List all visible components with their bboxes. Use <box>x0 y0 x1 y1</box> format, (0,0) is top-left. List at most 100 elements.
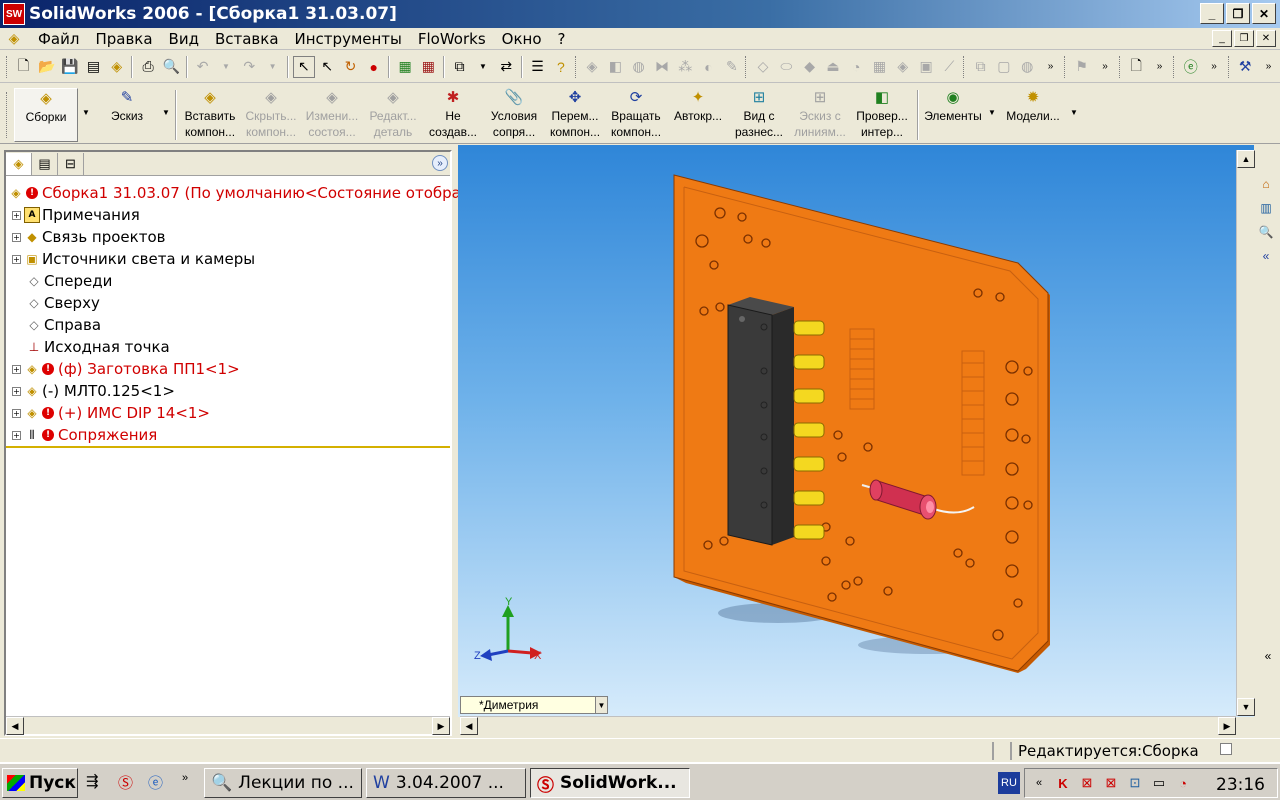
network-disabled-icon[interactable]: ⊠ <box>1077 773 1097 793</box>
graphics-viewport[interactable]: Y X Z <box>458 145 1254 717</box>
sheet-icon[interactable]: 🗋 <box>1126 56 1147 78</box>
tab-configuration-manager[interactable]: ⊟ <box>58 152 84 175</box>
toolbar-grip[interactable] <box>6 55 10 78</box>
viewport-vertical-scrollbar[interactable]: ▲ ▼ <box>1236 150 1255 716</box>
tree-item-pcb-blank[interactable]: + ◈ ! (ф) Заготовка ПП1<1> <box>12 358 240 380</box>
models-button[interactable]: ✹ Модели... <box>998 88 1068 142</box>
new-icon[interactable]: 🗋 <box>13 56 34 78</box>
menu-view[interactable]: Вид <box>161 30 207 48</box>
language-indicator[interactable]: RU <box>998 772 1020 794</box>
texture-icon[interactable]: ▦ <box>418 56 439 78</box>
feature-tool-1-icon[interactable]: ◇ <box>752 56 773 78</box>
no-create-button[interactable]: ✱ Не создав... <box>424 88 482 142</box>
autocomp-button[interactable]: ✦ Автокр... <box>668 88 728 142</box>
select-filter-icon[interactable]: ↖ <box>317 56 338 78</box>
mates-button[interactable]: 📎 Условия сопря... <box>484 88 544 142</box>
tree-horizontal-scrollbar[interactable]: ◀ ▶ <box>6 716 450 735</box>
expand-pane-icon[interactable]: « <box>1256 246 1276 266</box>
assembly-tool-1-icon[interactable]: ◈ <box>581 56 602 78</box>
viewport-horizontal-scrollbar[interactable]: ◀ ▶ <box>460 716 1236 735</box>
view-orientation-select[interactable]: *Диметрия ▼ <box>460 696 608 714</box>
feature-tool-3-icon[interactable]: ◆ <box>799 56 820 78</box>
task-lectures[interactable]: 🔍 Лекции по ... <box>204 768 362 798</box>
assembly-tool-2-icon[interactable]: ◧ <box>605 56 626 78</box>
more-tools-4-icon[interactable]: » <box>1203 56 1224 78</box>
tree-item-annotations[interactable]: + A Примечания <box>12 204 140 226</box>
close-button[interactable]: ✕ <box>1252 3 1276 24</box>
scroll-right-icon[interactable]: ▶ <box>1218 717 1236 735</box>
status-checkbox[interactable] <box>1220 743 1232 755</box>
feature-tool-5-icon[interactable]: ◔ <box>846 56 867 78</box>
tree-item-mates[interactable]: + ⫴ ! Сопряжения <box>12 424 157 446</box>
expand-icon[interactable]: + <box>12 386 21 396</box>
assembly-tool-7-icon[interactable]: ✎ <box>721 56 742 78</box>
menu-help[interactable]: ? <box>550 30 574 48</box>
task-solidworks[interactable]: Ⓢ SolidWork... <box>530 768 690 798</box>
help-icon[interactable]: ? <box>550 56 571 78</box>
tray-expand-icon[interactable]: « <box>1029 773 1049 793</box>
scroll-down-icon[interactable]: ▼ <box>1237 698 1255 716</box>
antivirus-icon[interactable]: K <box>1053 773 1073 793</box>
flag-icon[interactable]: ⚑ <box>1071 56 1092 78</box>
feature-tool-8-icon[interactable]: ▣ <box>915 56 936 78</box>
menu-window[interactable]: Окно <box>494 30 550 48</box>
home-icon[interactable]: ⌂ <box>1256 174 1276 194</box>
redo-dropdown-icon[interactable]: ▼ <box>262 56 283 78</box>
start-button[interactable]: Пуск <box>2 768 78 798</box>
network-disabled-2-icon[interactable]: ⊠ <box>1101 773 1121 793</box>
expand-icon[interactable]: + <box>12 232 21 242</box>
sketch-button[interactable]: ✎ Эскиз <box>94 88 160 142</box>
assembly-tool-4-icon[interactable]: ⧓ <box>651 56 672 78</box>
features-button[interactable]: ◉ Элементы <box>920 88 986 142</box>
traffic-light-icon[interactable]: ● <box>363 56 384 78</box>
change-state-button[interactable]: ◈ Измени... состоя... <box>302 88 362 142</box>
quicklaunch-ie-icon[interactable]: ⓔ <box>148 772 163 793</box>
search-icon[interactable]: 🔍 <box>1256 222 1276 242</box>
save-icon[interactable]: 💾 <box>60 56 81 78</box>
quicklaunch-desktop-icon[interactable]: ⇶ <box>86 772 99 790</box>
color-palette-icon[interactable]: ▦ <box>394 56 415 78</box>
menu-insert[interactable]: Вставка <box>207 30 287 48</box>
undo-icon[interactable]: ↶ <box>192 56 213 78</box>
preview-icon[interactable]: 🔍 <box>161 56 182 78</box>
undo-dropdown-icon[interactable]: ▼ <box>215 56 236 78</box>
models-dropdown-icon[interactable]: ▼ <box>1070 108 1078 117</box>
document-icon[interactable]: ◈ <box>4 30 24 48</box>
feature-tool-6-icon[interactable]: ▦ <box>869 56 890 78</box>
maximize-button[interactable]: ❐ <box>1226 3 1250 24</box>
doc-close-button[interactable]: ✕ <box>1256 30 1276 47</box>
assemblies-dropdown-icon[interactable]: ▼ <box>82 108 90 117</box>
tab-property-manager[interactable]: ▤ <box>32 152 58 175</box>
quicklaunch-solidworks-icon[interactable]: Ⓢ <box>118 772 133 793</box>
toggle-icon[interactable]: ⇄ <box>496 56 517 78</box>
library-icon[interactable]: ▥ <box>1256 198 1276 218</box>
expand-icon[interactable]: + <box>12 408 21 418</box>
rotate-component-button[interactable]: ⟳ Вращать компон... <box>606 88 666 142</box>
sketch-dropdown-icon[interactable]: ▼ <box>162 108 170 117</box>
quicklaunch-more-icon[interactable]: » <box>182 772 188 784</box>
expand-icon[interactable]: + <box>12 430 21 440</box>
redo-icon[interactable]: ↷ <box>239 56 260 78</box>
expand-icon[interactable]: + <box>12 254 21 264</box>
select-icon[interactable]: ↖ <box>293 55 315 78</box>
collapse-panel-icon[interactable]: » <box>432 155 448 171</box>
wireless-icon[interactable]: ◔ <box>1173 773 1193 793</box>
floworks-icon[interactable]: ⓔ <box>1180 56 1201 78</box>
view-orientation-icon[interactable]: ⧉ <box>449 56 470 78</box>
ref-tool-1-icon[interactable]: ⧉ <box>970 56 991 78</box>
options-icon[interactable]: ☰ <box>527 56 548 78</box>
monitor-icon[interactable]: ▭ <box>1149 773 1169 793</box>
tree-item-top-plane[interactable]: ◇ Сверху <box>26 292 99 314</box>
scroll-left-icon[interactable]: ◀ <box>460 717 478 735</box>
doc-restore-button[interactable]: ❐ <box>1234 30 1254 47</box>
assembly-tool-5-icon[interactable]: ⁂ <box>675 56 696 78</box>
feature-tool-7-icon[interactable]: ◈ <box>892 56 913 78</box>
chevron-down-icon[interactable]: ▼ <box>595 697 607 713</box>
assemblies-button[interactable]: ◈ Сборки <box>14 88 78 142</box>
menu-tools[interactable]: Инструменты <box>287 30 410 48</box>
open-icon[interactable]: 📂 <box>36 56 57 78</box>
solidworks-app-icon[interactable]: SW <box>3 3 25 25</box>
tree-item-origin[interactable]: ⊥ Исходная точка <box>26 336 170 358</box>
tree-item-front-plane[interactable]: ◇ Спереди <box>26 270 112 292</box>
expand-icon[interactable]: + <box>12 364 21 374</box>
